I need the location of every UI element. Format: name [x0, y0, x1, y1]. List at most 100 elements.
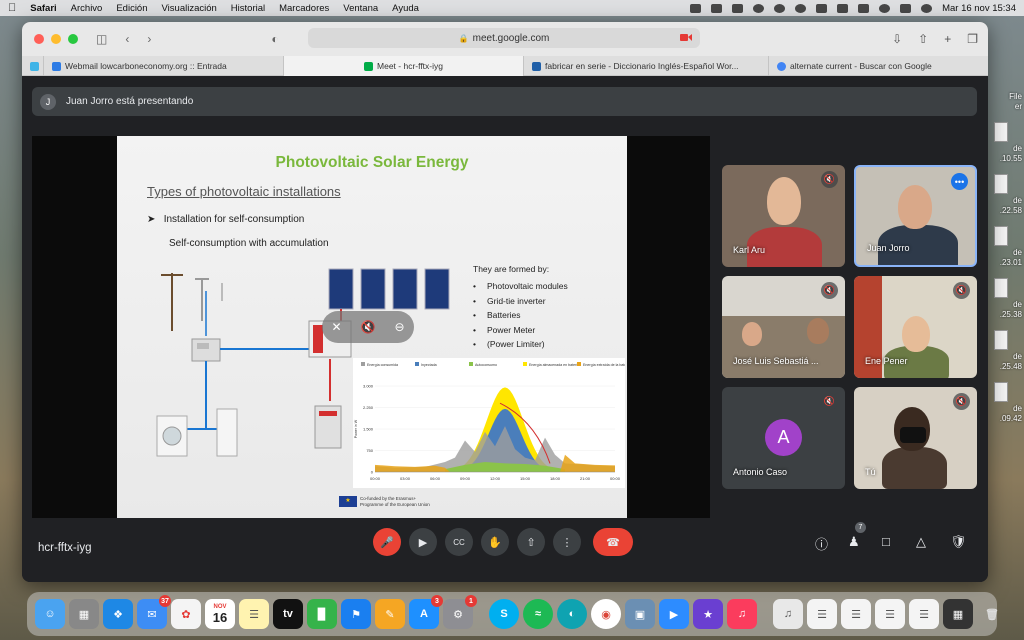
- desktop-file[interactable]: de .09.42: [986, 382, 1024, 434]
- play-icon[interactable]: [795, 3, 807, 13]
- recent-document-icon[interactable]: ☰: [841, 599, 871, 629]
- mail-icon[interactable]: ✉ 37: [137, 595, 171, 629]
- privacy-shield-icon[interactable]: ◐: [271, 32, 278, 46]
- spotify-icon[interactable]: ≈: [523, 599, 553, 629]
- desktop-file[interactable]: de .25.38: [986, 278, 1024, 330]
- info-icon[interactable]: ⓘ: [815, 534, 828, 553]
- participant-tile-self[interactable]: 🔇 Tú: [854, 387, 977, 489]
- dropbox-icon[interactable]: [711, 3, 723, 13]
- imovie-icon[interactable]: ★: [693, 599, 723, 629]
- share-icon[interactable]: ⇧: [918, 32, 928, 46]
- obs-icon[interactable]: [753, 3, 765, 13]
- mic-toggle-button[interactable]: 🎤: [373, 528, 401, 556]
- raise-hand-button[interactable]: ✋: [481, 528, 509, 556]
- remove-icon[interactable]: ⊖: [394, 320, 404, 334]
- desktop-files: File er de .10.55 de .22.58 de .23.01 de .25.…: [986, 70, 1024, 434]
- recent-document-icon[interactable]: ♫: [773, 599, 803, 629]
- desktop-file[interactable]: de .23.01: [986, 226, 1024, 278]
- system-preferences-icon[interactable]: ⚙ 1: [443, 595, 477, 629]
- control-center-icon[interactable]: [900, 3, 912, 13]
- search-icon[interactable]: [879, 3, 891, 13]
- participant-tile[interactable]: 🔇 José Luis Sebastiá ...: [722, 276, 845, 378]
- photos-icon[interactable]: ✿: [171, 599, 201, 629]
- camera-recording-icon[interactable]: [680, 32, 692, 43]
- menu-edicion[interactable]: Edición: [116, 3, 147, 14]
- component-item: Photovoltaic modules: [473, 279, 568, 293]
- numbers-icon[interactable]: ▉: [307, 599, 337, 629]
- zoom-icon[interactable]: ▶: [659, 599, 689, 629]
- trash-icon[interactable]: 🗑: [977, 599, 1007, 629]
- leave-call-button[interactable]: ☎: [593, 528, 633, 556]
- finder-icon[interactable]: ☺: [35, 599, 65, 629]
- creative-cloud-icon[interactable]: [732, 3, 744, 13]
- mirroring-icon[interactable]: [816, 3, 828, 13]
- menu-archivo[interactable]: Archivo: [71, 3, 103, 14]
- minimize-window-button[interactable]: [51, 34, 61, 44]
- participant-tile-active[interactable]: ••• Juan Jorro: [854, 165, 977, 267]
- tab-overview-icon[interactable]: ❐: [967, 32, 978, 46]
- preview-icon[interactable]: ▣: [625, 599, 655, 629]
- skype-icon[interactable]: S: [489, 599, 519, 629]
- browser-app-icon[interactable]: ◐: [557, 599, 587, 629]
- forward-icon[interactable]: ›: [147, 32, 151, 46]
- recent-document-icon[interactable]: ☰: [909, 599, 939, 629]
- apple-tv-icon[interactable]: tv: [273, 599, 303, 629]
- keynote-icon[interactable]: ⚑: [341, 599, 371, 629]
- desktop-file[interactable]: de .22.58: [986, 174, 1024, 226]
- host-controls-icon[interactable]: 🛡: [950, 534, 967, 550]
- more-options-button[interactable]: ⋮: [553, 528, 581, 556]
- camera-toggle-button[interactable]: ▶: [409, 528, 437, 556]
- close-window-button[interactable]: [34, 34, 44, 44]
- bluetooth-icon[interactable]: [837, 3, 849, 13]
- siri-icon[interactable]: [921, 3, 933, 13]
- safari-icon[interactable]: ❖: [103, 599, 133, 629]
- captions-button[interactable]: CC: [445, 528, 473, 556]
- fullscreen-window-button[interactable]: [68, 34, 78, 44]
- download-icon[interactable]: ⇩: [892, 32, 902, 46]
- tab-google[interactable]: alternate current - Buscar con Google: [769, 56, 988, 76]
- people-icon[interactable]: ♟: [848, 534, 860, 550]
- tab-wordreference[interactable]: fabricar en serie - Diccionario Inglés-E…: [524, 56, 769, 76]
- tab-meet[interactable]: Meet - hcr-fftx-iyg: [284, 56, 524, 76]
- mute-presentation-icon[interactable]: 🔇: [361, 320, 376, 334]
- desktop-file[interactable]: de .10.55: [986, 122, 1024, 174]
- back-icon[interactable]: ‹: [125, 32, 129, 46]
- skype-tray-icon[interactable]: [774, 3, 786, 13]
- desktop-file[interactable]: de .25.48: [986, 330, 1024, 382]
- menu-ventana[interactable]: Ventana: [343, 3, 378, 14]
- menu-ayuda[interactable]: Ayuda: [392, 3, 419, 14]
- apple-menu-icon[interactable]: : [8, 2, 16, 14]
- present-button[interactable]: ⇧: [517, 528, 545, 556]
- menu-historial[interactable]: Historial: [231, 3, 265, 14]
- app-store-icon[interactable]: A3: [409, 595, 443, 629]
- chrome-icon[interactable]: ◉: [591, 599, 621, 629]
- menu-app-name[interactable]: Safari: [30, 3, 56, 14]
- calendar-icon[interactable]: NOV 16: [205, 599, 235, 629]
- tab-label: alternate current - Buscar con Google: [790, 61, 932, 71]
- pages-icon[interactable]: ✎: [375, 599, 405, 629]
- downloads-stack-icon[interactable]: ▦: [943, 599, 973, 629]
- activities-icon[interactable]: △: [916, 534, 926, 550]
- participant-tile[interactable]: 🔇 Ene Pener: [854, 276, 977, 378]
- sidebar-icon[interactable]: ◫: [96, 32, 107, 46]
- tab-webmail[interactable]: Webmail lowcarboneconomy.org :: Entrada: [44, 56, 284, 76]
- menubar-clock[interactable]: Mar 16 nov 15:34: [942, 3, 1016, 14]
- menu-marcadores[interactable]: Marcadores: [279, 3, 329, 14]
- launchpad-icon[interactable]: ▦: [69, 599, 99, 629]
- wifi-icon[interactable]: [858, 3, 870, 13]
- desktop-file[interactable]: File er: [986, 70, 1024, 122]
- presentation-stage[interactable]: Photovoltaic Solar Energy Types of photo…: [32, 136, 710, 518]
- participant-tile[interactable]: A 🔇 Antonio Caso: [722, 387, 845, 489]
- pin-off-icon[interactable]: ✕: [331, 320, 341, 334]
- recent-document-icon[interactable]: ☰: [875, 599, 905, 629]
- recent-document-icon[interactable]: ☰: [807, 599, 837, 629]
- chat-icon[interactable]: □: [882, 534, 890, 549]
- notes-icon[interactable]: ☰: [239, 599, 269, 629]
- participant-tile[interactable]: 🔇 Karl Aru: [722, 165, 845, 267]
- address-bar[interactable]: 🔒 meet.google.com: [308, 28, 700, 48]
- music-icon[interactable]: ♫: [727, 599, 757, 629]
- menu-visualizacion[interactable]: Visualización: [162, 3, 217, 14]
- pinned-tab[interactable]: [22, 56, 44, 76]
- screen-record-icon[interactable]: [690, 3, 702, 13]
- new-tab-icon[interactable]: +: [944, 32, 951, 46]
